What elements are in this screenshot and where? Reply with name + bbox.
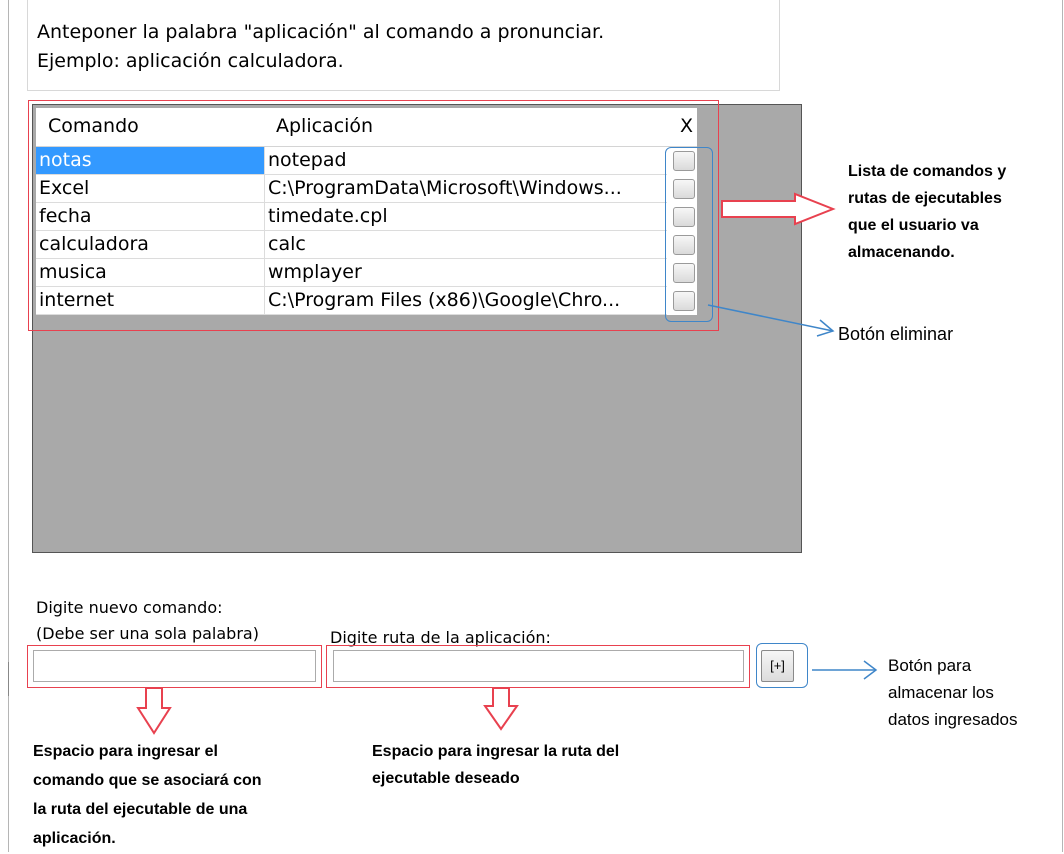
- command-label-2: (Debe ser una sola palabra): [36, 624, 259, 643]
- list-annotation-line: almacenando.: [848, 244, 955, 261]
- list-annotation-line: rutas de ejecutables: [848, 190, 1002, 207]
- instruction-text-2: Ejemplo: aplicación calculadora.: [37, 50, 344, 72]
- list-highlight: [28, 100, 719, 331]
- list-annotation-line: Lista de comandos y: [848, 163, 1007, 180]
- command-space-line: Espacio para ingresar el: [33, 743, 218, 760]
- path-input-highlight: [326, 645, 750, 688]
- command-space-line: aplicación.: [33, 830, 116, 847]
- list-annotation: Lista de comandos y rutas de ejecutables…: [848, 158, 1053, 266]
- delete-button-annotation: Botón eliminar: [838, 324, 954, 344]
- command-space-line: la ruta del ejecutable de una: [33, 801, 248, 818]
- delete-buttons-highlight: [665, 147, 713, 322]
- list-annotation-line: que el usuario va: [848, 217, 979, 234]
- command-space-line: comando que se asociará con: [33, 772, 262, 789]
- add-button-annotation-line: datos ingresados: [888, 710, 1018, 729]
- add-button-highlight: [756, 643, 808, 688]
- command-input-highlight: [27, 645, 322, 688]
- command-label-1: Digite nuevo comando:: [36, 598, 223, 617]
- instructions-panel: Anteponer la palabra "aplicación" al com…: [27, 0, 780, 91]
- add-button-annotation-line: Botón para: [888, 656, 972, 675]
- command-space-annotation: Espacio para ingresar el comando que se …: [33, 737, 353, 853]
- add-button-annotation: Botón para almacenar los datos ingresado…: [888, 652, 1017, 733]
- path-space-annotation: Espacio para ingresar la ruta del ejecut…: [372, 738, 692, 792]
- path-space-line: ejecutable deseado: [372, 770, 520, 787]
- divider: [8, 662, 9, 696]
- instruction-text-1: Anteponer la palabra "aplicación" al com…: [37, 21, 605, 43]
- path-space-line: Espacio para ingresar la ruta del: [372, 743, 620, 760]
- add-button-annotation-line: almacenar los: [888, 683, 994, 702]
